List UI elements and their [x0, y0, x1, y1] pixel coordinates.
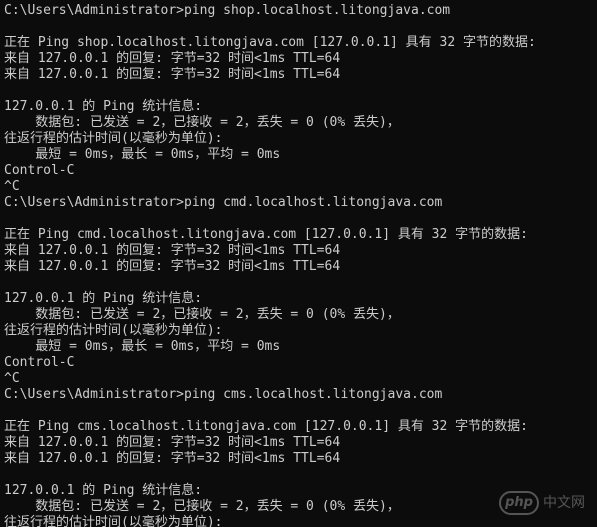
console-line: ^C: [4, 179, 20, 194]
console-window[interactable]: C:\Users\Administrator>ping shop.localho…: [0, 0, 597, 527]
console-line: 往返行程的估计时间(以毫秒为单位):: [4, 131, 223, 146]
console-line: 来自 127.0.0.1 的回复: 字节=32 时间<1ms TTL=64: [4, 259, 341, 274]
console-line: 正在 Ping shop.localhost.litongjava.com [1…: [4, 35, 536, 50]
console-line: Control-C: [4, 163, 75, 178]
console-line: 来自 127.0.0.1 的回复: 字节=32 时间<1ms TTL=64: [4, 451, 341, 466]
console-line: 最短 = 0ms，最长 = 0ms，平均 = 0ms: [4, 339, 281, 354]
console-line: C:\Users\Administrator>ping cmd.localhos…: [4, 195, 443, 210]
console-line: 来自 127.0.0.1 的回复: 字节=32 时间<1ms TTL=64: [4, 67, 341, 82]
console-line: 正在 Ping cms.localhost.litongjava.com [12…: [4, 419, 528, 434]
watermark-logo: php 中文网: [499, 489, 591, 517]
php-badge: php: [499, 491, 539, 515]
console-line: C:\Users\Administrator>ping cms.localhos…: [4, 387, 443, 402]
console-line: 往返行程的估计时间(以毫秒为单位):: [4, 515, 223, 527]
console-line: 最短 = 0ms，最长 = 0ms，平均 = 0ms: [4, 147, 281, 162]
console-line: 来自 127.0.0.1 的回复: 字节=32 时间<1ms TTL=64: [4, 243, 341, 258]
watermark-text: 中文网: [543, 495, 585, 511]
console-line: 正在 Ping cmd.localhost.litongjava.com [12…: [4, 227, 528, 242]
console-line: ^C: [4, 371, 20, 386]
console-line: 数据包: 已发送 = 2，已接收 = 2，丢失 = 0 (0% 丢失)，: [4, 307, 400, 322]
console-line: C:\Users\Administrator>ping shop.localho…: [4, 3, 451, 18]
console-line: 来自 127.0.0.1 的回复: 字节=32 时间<1ms TTL=64: [4, 51, 341, 66]
console-line: 数据包: 已发送 = 2，已接收 = 2，丢失 = 0 (0% 丢失)，: [4, 499, 400, 514]
console-line: 127.0.0.1 的 Ping 统计信息:: [4, 483, 203, 498]
console-line: 数据包: 已发送 = 2，已接收 = 2，丢失 = 0 (0% 丢失)，: [4, 115, 400, 130]
console-line: 127.0.0.1 的 Ping 统计信息:: [4, 99, 203, 114]
console-line: 来自 127.0.0.1 的回复: 字节=32 时间<1ms TTL=64: [4, 435, 341, 450]
console-line: 127.0.0.1 的 Ping 统计信息:: [4, 291, 203, 306]
console-line: Control-C: [4, 355, 75, 370]
console-line: 往返行程的估计时间(以毫秒为单位):: [4, 323, 223, 338]
